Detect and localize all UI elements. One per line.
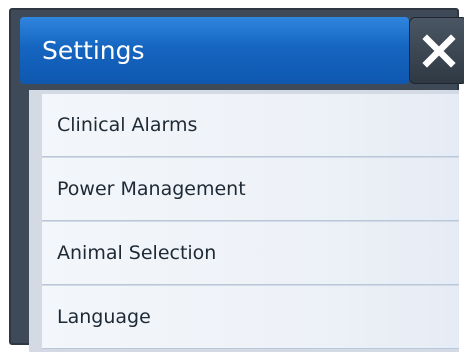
menu-item-animal-selection[interactable]: Animal Selection [42,222,459,285]
close-x-icon [421,33,456,68]
settings-menu: Clinical Alarms Power Management Animal … [29,90,459,352]
settings-dialog: Settings Clinical Alarms Power Managemen… [9,8,464,352]
dialog-title: Settings [42,36,145,65]
menu-item-language[interactable]: Language [42,286,459,349]
menu-item-clinical-alarms[interactable]: Clinical Alarms [42,94,459,157]
close-button[interactable] [409,17,464,84]
menu-item-label: Power Management [57,178,246,200]
menu-item-label: Language [57,306,151,328]
title-bar: Settings [20,17,409,84]
menu-item-power-management[interactable]: Power Management [42,158,459,221]
menu-item-label: Animal Selection [57,242,217,264]
menu-item-label: Clinical Alarms [57,114,198,136]
